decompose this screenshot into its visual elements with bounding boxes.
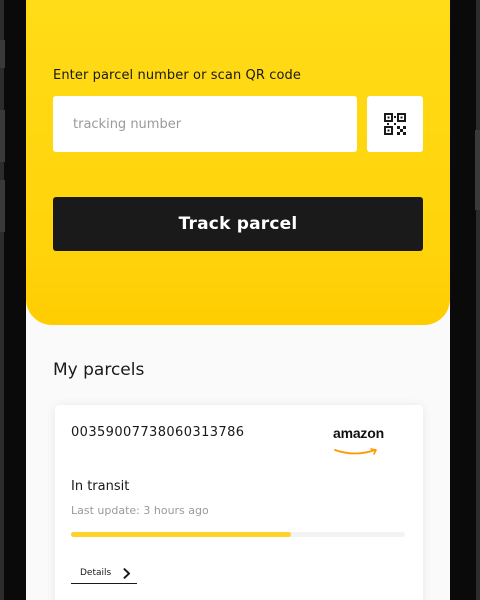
qr-code-icon <box>384 113 406 135</box>
tracking-input-label: Enter parcel number or scan QR code <box>53 68 301 83</box>
chevron-right-icon <box>123 567 131 579</box>
device-frame-right-edge <box>476 0 480 600</box>
carrier-logo: amazon <box>333 425 393 455</box>
device-frame-left-edge <box>0 0 4 600</box>
parcel-details-label: Details <box>80 568 112 578</box>
parcel-status: In transit <box>71 479 130 494</box>
parcel-progress-bar <box>71 532 405 537</box>
device-side-button <box>0 180 5 232</box>
track-parcel-button-label: Track parcel <box>178 214 298 234</box>
parcel-card[interactable]: 00359007738060313786 amazon In transit L… <box>55 405 423 600</box>
parcel-details-link[interactable]: Details <box>71 563 137 584</box>
parcel-last-update: Last update: 3 hours ago <box>71 504 209 517</box>
carrier-smile-icon <box>334 448 377 455</box>
carrier-logo-text: amazon <box>333 425 384 441</box>
track-parcel-button[interactable]: Track parcel <box>53 197 423 251</box>
parcel-progress-fill <box>71 532 292 537</box>
tracking-number-input[interactable] <box>53 96 357 152</box>
app-screen: Enter parcel number or scan QR code trac… <box>26 0 450 600</box>
my-parcels-title: My parcels <box>53 360 145 380</box>
tracking-hero: Enter parcel number or scan QR code trac… <box>26 0 450 325</box>
device-power-button <box>475 130 480 210</box>
scan-qr-button[interactable] <box>367 96 423 152</box>
parcel-tracking-number: 00359007738060313786 <box>71 425 245 440</box>
device-side-button <box>0 110 5 162</box>
device-side-button <box>0 40 5 68</box>
